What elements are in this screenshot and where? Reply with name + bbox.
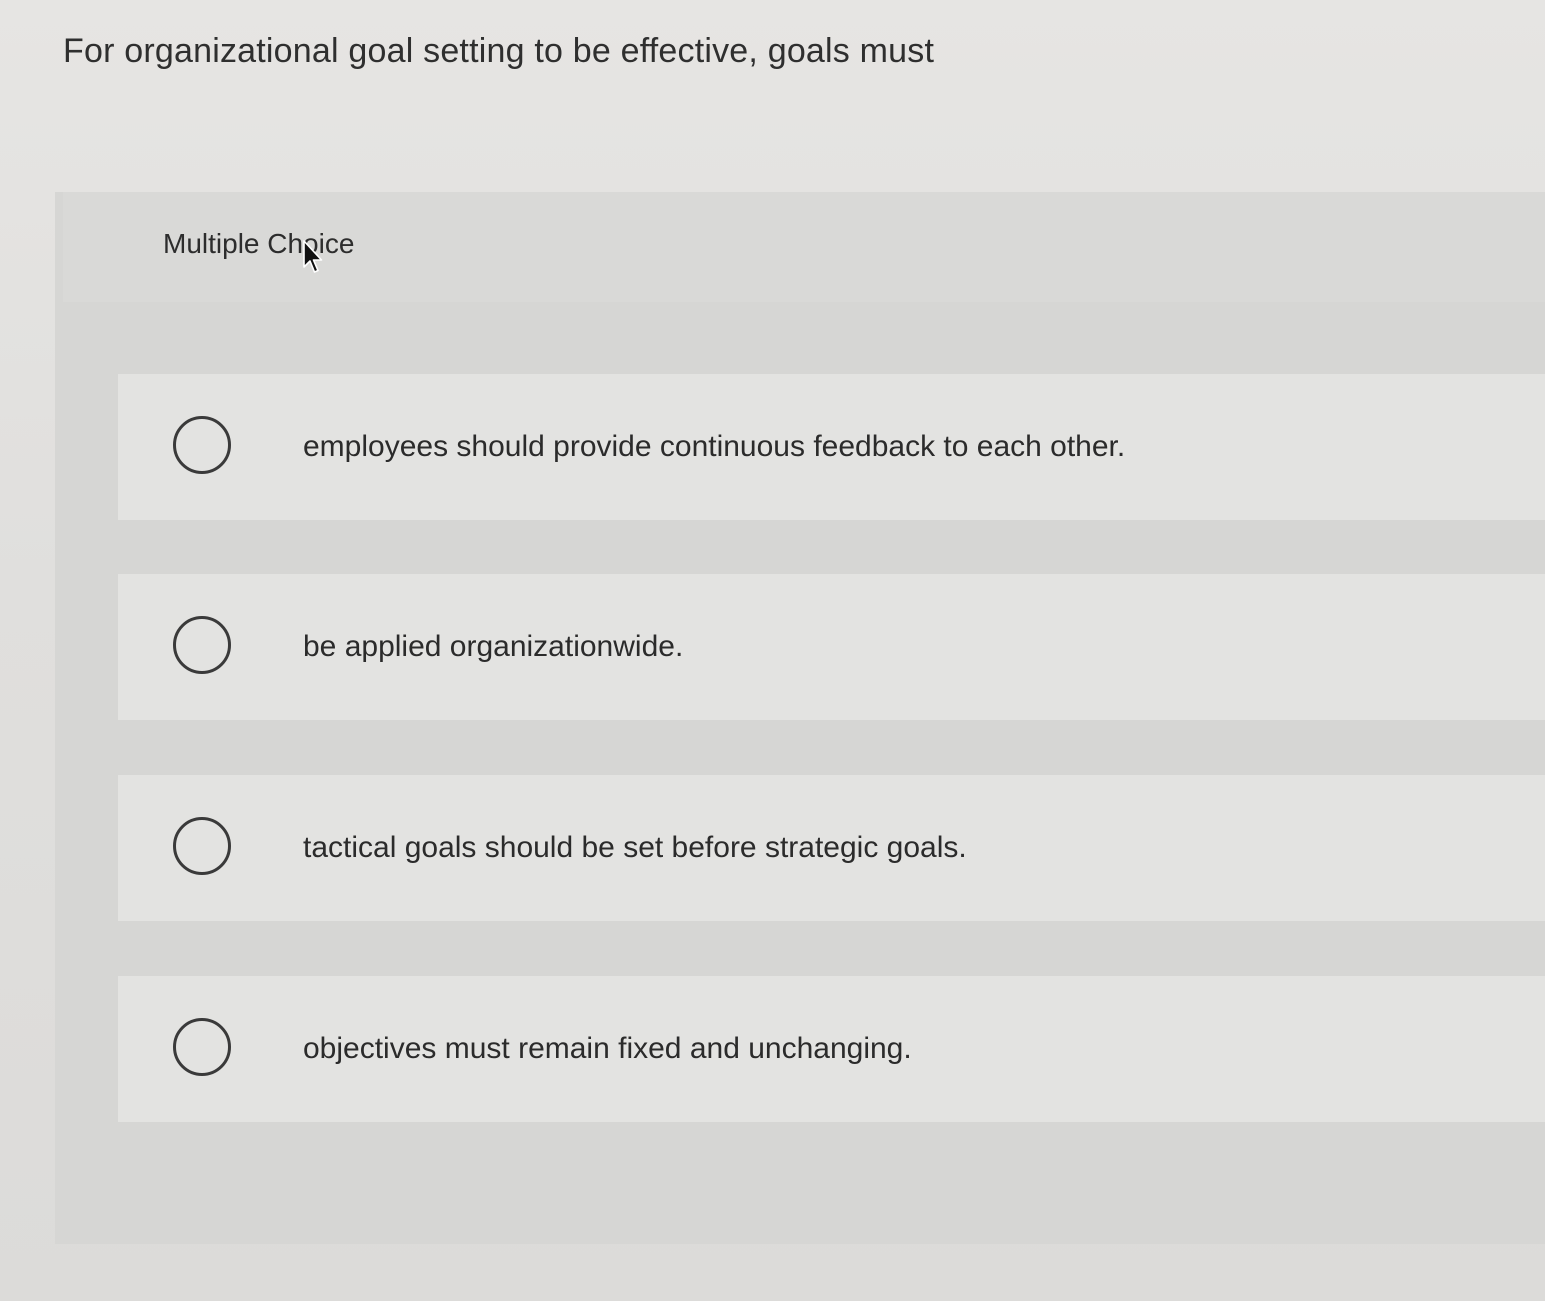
answer-option-2[interactable]: be applied organizationwide.	[118, 574, 1545, 720]
radio-button[interactable]	[173, 817, 231, 875]
answer-option-1[interactable]: employees should provide continuous feed…	[118, 374, 1545, 520]
radio-button[interactable]	[173, 1018, 231, 1076]
multiple-choice-label: Multiple Choice	[163, 228, 355, 259]
question-text: For organizational goal setting to be ef…	[63, 32, 935, 70]
answer-option-label[interactable]: tactical goals should be set before stra…	[303, 831, 967, 865]
radio-button[interactable]	[173, 616, 231, 674]
answer-option-label[interactable]: be applied organizationwide.	[303, 630, 683, 664]
answer-option-4[interactable]: objectives must remain fixed and unchang…	[118, 976, 1545, 1122]
answer-option-3[interactable]: tactical goals should be set before stra…	[118, 775, 1545, 921]
radio-button[interactable]	[173, 416, 231, 474]
answer-option-label[interactable]: objectives must remain fixed and unchang…	[303, 1032, 912, 1066]
multiple-choice-header: Multiple Choice	[63, 192, 1545, 302]
answer-option-label[interactable]: employees should provide continuous feed…	[303, 430, 1125, 464]
mouse-pointer-icon	[303, 240, 323, 273]
